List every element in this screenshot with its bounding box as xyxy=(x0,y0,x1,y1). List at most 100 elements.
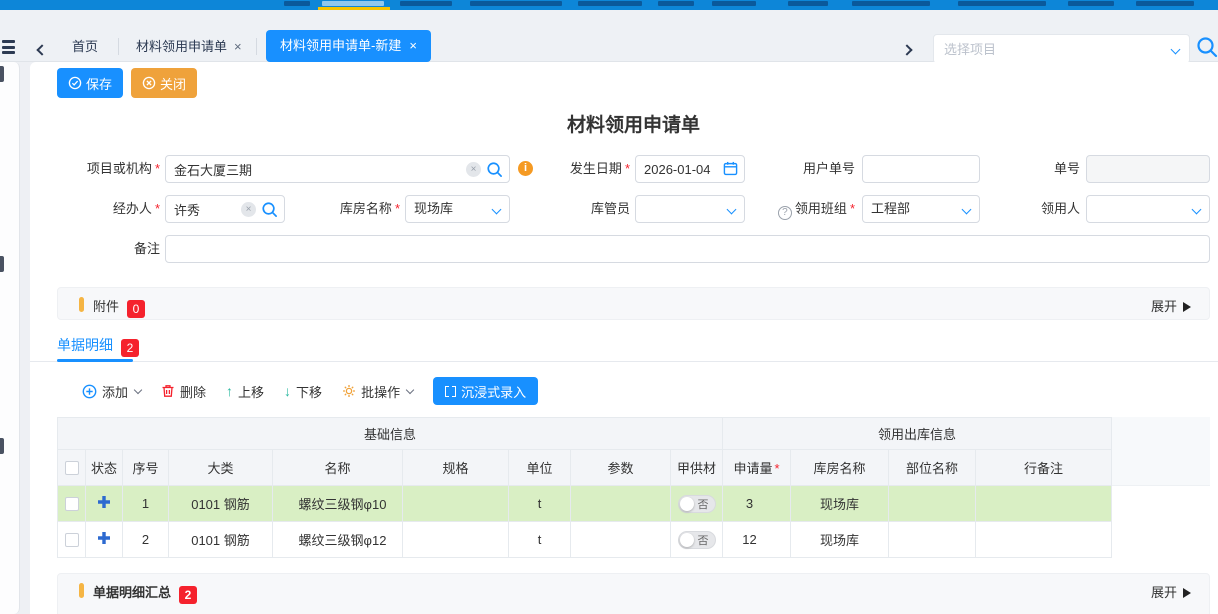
row-owner-cell[interactable]: 否 xyxy=(671,486,723,522)
keeper-select[interactable] xyxy=(635,195,745,223)
date-field[interactable] xyxy=(635,155,745,183)
project-select-input[interactable] xyxy=(934,35,1134,63)
search-icon[interactable] xyxy=(261,201,278,218)
row-owner-cell[interactable]: 否 xyxy=(671,522,723,558)
move-up-button[interactable]: ↑ 上移 xyxy=(226,382,264,401)
plus-status-icon xyxy=(98,496,110,508)
project-field[interactable]: × xyxy=(165,155,510,183)
owner-supplied-toggle[interactable]: 否 xyxy=(678,495,716,513)
recipient-label: 领用人 xyxy=(1028,195,1080,223)
row-status-cell xyxy=(86,486,123,522)
tab-separator xyxy=(118,38,119,55)
attachments-expand-button[interactable]: 展开 xyxy=(1151,296,1191,315)
remark-label: 备注 xyxy=(57,235,160,263)
header-unit: 单位 xyxy=(509,450,571,486)
team-select[interactable]: 工程部 xyxy=(862,195,980,223)
row-name-cell[interactable]: 螺纹三级钢φ10 xyxy=(273,486,403,522)
tab-material-requisition[interactable]: 材料领用申请单× xyxy=(136,34,242,60)
move-down-button[interactable]: ↓ 下移 xyxy=(284,382,322,401)
menu-text-fragment xyxy=(322,1,384,6)
owner-supplied-toggle[interactable]: 否 xyxy=(678,531,716,549)
tabs-scroll-left-button[interactable] xyxy=(38,41,46,59)
sidebar-handle[interactable] xyxy=(0,66,4,82)
remark-input[interactable] xyxy=(166,236,1209,262)
tab-detail-lines[interactable]: 单据明细2 xyxy=(57,335,139,357)
summary-title: 单据明细汇总2 xyxy=(93,582,197,604)
calendar-icon[interactable] xyxy=(723,161,738,176)
handler-input[interactable] xyxy=(166,196,222,222)
info-icon[interactable]: i xyxy=(518,161,533,176)
menu-text-fragment xyxy=(788,1,828,6)
tab-label: 材料领用申请单-新建 xyxy=(280,38,401,53)
project-select[interactable] xyxy=(933,34,1190,64)
doc-no-field xyxy=(1086,155,1210,183)
team-label-text: 领用班组 xyxy=(795,201,847,216)
section-pill-icon xyxy=(79,297,84,312)
toggle-label: 否 xyxy=(698,532,709,548)
row-select-cell[interactable] xyxy=(58,486,86,522)
sidebar-handle[interactable] xyxy=(0,256,4,272)
toggle-label: 否 xyxy=(698,496,709,512)
sidebar-handle[interactable] xyxy=(0,438,4,454)
row-param-cell[interactable] xyxy=(571,522,671,558)
table-row[interactable]: 1 0101 钢筋 螺纹三级钢φ10 t 否 3 现场库 xyxy=(58,486,1112,522)
row-qty-cell[interactable]: 3 xyxy=(723,486,791,522)
date-input[interactable] xyxy=(636,156,720,182)
remark-field[interactable] xyxy=(165,235,1210,263)
warehouse-select[interactable]: 现场库 xyxy=(405,195,510,223)
project-search-icon[interactable] xyxy=(1196,36,1218,58)
tab-home[interactable]: 首页 xyxy=(72,34,98,60)
user-no-input[interactable] xyxy=(863,156,979,182)
immersive-entry-button[interactable]: 沉浸式录入 xyxy=(433,377,538,405)
row-spec-cell[interactable] xyxy=(403,486,509,522)
detail-table: 基础信息 领用出库信息 状态 序号 大类 名称 规格 单位 参数 甲供材 申请量… xyxy=(57,417,1112,558)
search-icon[interactable] xyxy=(486,161,503,178)
tabs-scroll-right-button[interactable] xyxy=(903,41,911,59)
save-button[interactable]: 保存 xyxy=(57,68,123,98)
row-category-cell[interactable]: 0101 钢筋 xyxy=(169,486,273,522)
question-circle-icon[interactable]: ? xyxy=(778,206,792,220)
select-all-checkbox[interactable] xyxy=(65,461,79,475)
batch-operations-button[interactable]: 批操作 xyxy=(342,382,413,401)
detail-count-badge: 2 xyxy=(121,339,139,357)
header-position: 部位名称 xyxy=(889,450,976,486)
row-checkbox[interactable] xyxy=(65,497,79,511)
chevron-down-icon xyxy=(492,205,502,215)
row-position-cell[interactable] xyxy=(889,486,976,522)
row-category-cell[interactable]: 0101 钢筋 xyxy=(169,522,273,558)
summary-expand-button[interactable]: 展开 xyxy=(1151,582,1191,601)
close-tab-icon[interactable]: × xyxy=(234,39,242,54)
delete-row-button[interactable]: 删除 xyxy=(161,382,206,401)
table-row[interactable]: 2 0101 钢筋 螺纹三级钢φ12 t 否 12 现场库 xyxy=(58,522,1112,558)
tab-material-requisition-new-active[interactable]: 材料领用申请单-新建 × xyxy=(266,30,431,62)
add-row-button[interactable]: 添加 xyxy=(82,382,141,401)
menu-text-fragment xyxy=(578,1,642,6)
row-name-cell[interactable]: 螺纹三级钢φ12 xyxy=(273,522,403,558)
project-input[interactable] xyxy=(166,156,509,182)
header-select-all[interactable] xyxy=(58,450,86,486)
row-qty-cell[interactable]: 12 xyxy=(723,522,791,558)
row-spec-cell[interactable] xyxy=(403,522,509,558)
row-remark-cell[interactable] xyxy=(976,522,1112,558)
recipient-select[interactable] xyxy=(1086,195,1210,223)
clear-icon[interactable]: × xyxy=(241,202,256,217)
close-tab-icon[interactable]: × xyxy=(409,38,417,53)
row-unit-cell[interactable]: t xyxy=(509,486,571,522)
clear-icon[interactable]: × xyxy=(466,162,481,177)
group-header-row: 基础信息 领用出库信息 xyxy=(58,418,1112,450)
tab-bar: 首页 材料领用申请单× 材料领用申请单-新建 × xyxy=(0,10,1218,62)
row-warehouse-cell[interactable]: 现场库 xyxy=(791,522,889,558)
handler-field[interactable]: × xyxy=(165,195,285,223)
row-checkbox[interactable] xyxy=(65,533,79,547)
row-unit-cell[interactable]: t xyxy=(509,522,571,558)
user-no-field[interactable] xyxy=(862,155,980,183)
close-button[interactable]: 关闭 xyxy=(131,68,197,98)
row-select-cell[interactable] xyxy=(58,522,86,558)
row-warehouse-cell[interactable]: 现场库 xyxy=(791,486,889,522)
row-position-cell[interactable] xyxy=(889,522,976,558)
row-param-cell[interactable] xyxy=(571,486,671,522)
header-name: 名称 xyxy=(273,450,403,486)
hamburger-menu-icon[interactable] xyxy=(2,40,15,54)
top-menu-bar xyxy=(0,0,1218,10)
row-remark-cell[interactable] xyxy=(976,486,1112,522)
